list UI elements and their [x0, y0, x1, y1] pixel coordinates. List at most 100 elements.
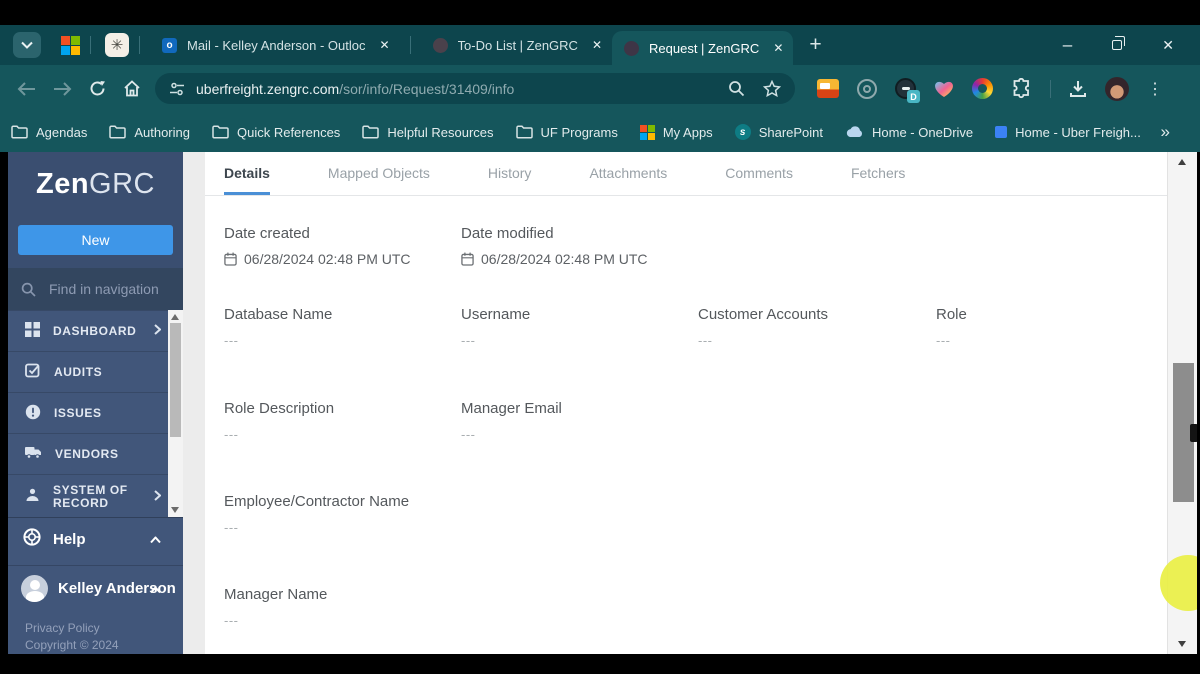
new-button[interactable]: New [18, 225, 173, 255]
window-restore-button[interactable] [1112, 36, 1126, 50]
sidebar-item-system-of-record[interactable]: SYSTEM OF RECORD [8, 474, 183, 519]
bookmark-label: Helpful Resources [387, 124, 494, 140]
downloads-button[interactable] [1069, 80, 1087, 98]
sidebar-item-audits[interactable]: AUDITS [8, 351, 183, 392]
field-label: Date modified [461, 225, 554, 242]
new-tab-button[interactable]: + [809, 33, 821, 57]
bookmark-my-apps[interactable]: My Apps [629, 124, 724, 140]
bookmarks-overflow-button[interactable]: » [1161, 122, 1200, 142]
fingerprint-extension-icon[interactable] [857, 78, 877, 99]
left-letterbox [0, 152, 8, 654]
bookmark-folder-helpful-resources[interactable]: Helpful Resources [351, 125, 504, 140]
copyright-text: Copyright © 2024 [25, 638, 119, 652]
tab-attachments[interactable]: Attachments [589, 165, 667, 195]
bookmark-star-icon[interactable] [763, 80, 781, 97]
tab-title: Mail - Kelley Anderson - Outloc [187, 37, 366, 53]
back-button[interactable] [17, 81, 36, 96]
scrollbar-thumb[interactable] [170, 323, 181, 437]
zengrc-logo: Zen GRC [8, 152, 183, 216]
sidebar-item-label: AUDITS [54, 364, 103, 379]
bookmark-onedrive[interactable]: Home - OneDrive [834, 125, 984, 140]
extensions-puzzle-icon[interactable] [1011, 78, 1032, 99]
bookmark-uber-freight[interactable]: Home - Uber Freigh... [984, 125, 1152, 140]
field-manager-email: Manager Email --- [461, 400, 562, 442]
browser-menu-button[interactable]: ⋮ [1147, 79, 1163, 99]
sidebar-scrollbar[interactable] [168, 310, 183, 517]
help-lifering-icon [23, 528, 41, 550]
extension-pinned-icon[interactable]: ✳ [105, 33, 129, 57]
dashboard-icon [25, 322, 40, 340]
sidebar-item-vendors[interactable]: VENDORS [8, 433, 183, 474]
bookmark-label: My Apps [662, 124, 713, 140]
logo-light: GRC [89, 167, 155, 200]
browser-tab-todo[interactable]: To-Do List | ZenGRC ✕ [421, 25, 612, 65]
bookmark-folder-quick-references[interactable]: Quick References [201, 125, 351, 140]
sidebar-nav: DASHBOARD AUDITS ISSUES VENDORS SYSTEM O… [8, 310, 183, 519]
field-value: --- [224, 427, 239, 442]
tab-close-icon[interactable]: ✕ [379, 38, 389, 52]
scroll-down-arrow[interactable] [1178, 641, 1186, 647]
folder-icon [109, 125, 127, 139]
field-value: --- [224, 333, 239, 348]
color-wheel-extension-icon[interactable] [972, 78, 993, 99]
field-date-created: Date created 06/28/2024 02:48 PM UTC [224, 225, 411, 267]
microsoft-logo-icon[interactable] [61, 35, 80, 55]
tab-close-icon[interactable]: ✕ [592, 38, 602, 52]
refresh-button[interactable] [89, 80, 106, 97]
issues-alert-icon [25, 404, 41, 423]
bookmark-folder-authoring[interactable]: Authoring [98, 125, 201, 140]
profile-avatar[interactable] [1105, 76, 1129, 101]
scroll-up-arrow[interactable] [1178, 159, 1186, 165]
find-in-navigation-input[interactable] [47, 280, 167, 298]
bookmark-folder-agendas[interactable]: Agendas [0, 125, 98, 140]
forward-button[interactable] [53, 81, 72, 96]
tab-fetchers[interactable]: Fetchers [851, 165, 905, 195]
sidebar-item-dashboard[interactable]: DASHBOARD [8, 310, 183, 351]
chevron-up-icon [150, 531, 161, 548]
calendar-icon [224, 252, 237, 266]
tab-details[interactable]: Details [224, 165, 270, 195]
zengrc-favicon [624, 40, 640, 56]
privacy-policy-link[interactable]: Privacy Policy [25, 620, 119, 637]
bookmark-sharepoint[interactable]: s SharePoint [724, 124, 834, 140]
window-minimize-button[interactable]: – [1063, 35, 1072, 55]
sidebar-help[interactable]: Help [8, 517, 183, 560]
home-button[interactable] [123, 80, 141, 97]
field-value: --- [936, 333, 951, 348]
tab-close-icon[interactable]: ✕ [773, 41, 783, 55]
site-settings-icon[interactable] [169, 82, 185, 96]
zoom-icon[interactable] [728, 80, 745, 97]
scroll-down-arrow[interactable] [171, 507, 179, 513]
extension-icons: D [817, 78, 1032, 103]
tab-history[interactable]: History [488, 165, 532, 195]
folder-icon [212, 125, 229, 139]
browser-tab-request-active[interactable]: Request | ZenGRC ✕ [612, 31, 794, 65]
window-controls: – ✕ [1063, 35, 1200, 55]
duo-extension-icon[interactable]: D [895, 78, 920, 103]
field-customer-accounts: Customer Accounts --- [698, 306, 828, 348]
field-label: Role [936, 306, 967, 323]
sidebar-user-menu[interactable]: Kelley Anderson [8, 565, 183, 611]
sidebar-item-issues[interactable]: ISSUES [8, 392, 183, 433]
bookmark-label: SharePoint [758, 124, 824, 140]
bookmark-label: Home - Uber Freigh... [1015, 124, 1141, 140]
bookmark-label: UF Programs [540, 124, 618, 140]
tab-mapped-objects[interactable]: Mapped Objects [328, 165, 430, 195]
truck-extension-icon[interactable] [817, 79, 839, 98]
field-role: Role --- [936, 306, 967, 348]
window-close-button[interactable]: ✕ [1162, 37, 1174, 54]
folder-icon [362, 125, 380, 139]
tab-search-button[interactable] [13, 32, 41, 58]
find-in-navigation[interactable] [8, 268, 183, 310]
uber-freight-icon [995, 126, 1008, 138]
url-path: /sor/info/Request/31409/info [339, 80, 515, 97]
scroll-up-arrow[interactable] [171, 314, 179, 320]
field-label: Manager Name [224, 586, 328, 603]
tab-comments[interactable]: Comments [725, 165, 793, 195]
field-label: Database Name [224, 306, 333, 323]
browser-tab-mail[interactable]: o Mail - Kelley Anderson - Outloc ✕ [150, 25, 400, 65]
heart-extension-icon[interactable] [934, 80, 954, 98]
sidebar-item-label: SYSTEM OF RECORD [53, 483, 128, 510]
bookmark-folder-uf-programs[interactable]: UF Programs [505, 125, 629, 140]
address-bar[interactable]: uberfreight.zengrc.com/sor/info/Request/… [155, 73, 795, 104]
